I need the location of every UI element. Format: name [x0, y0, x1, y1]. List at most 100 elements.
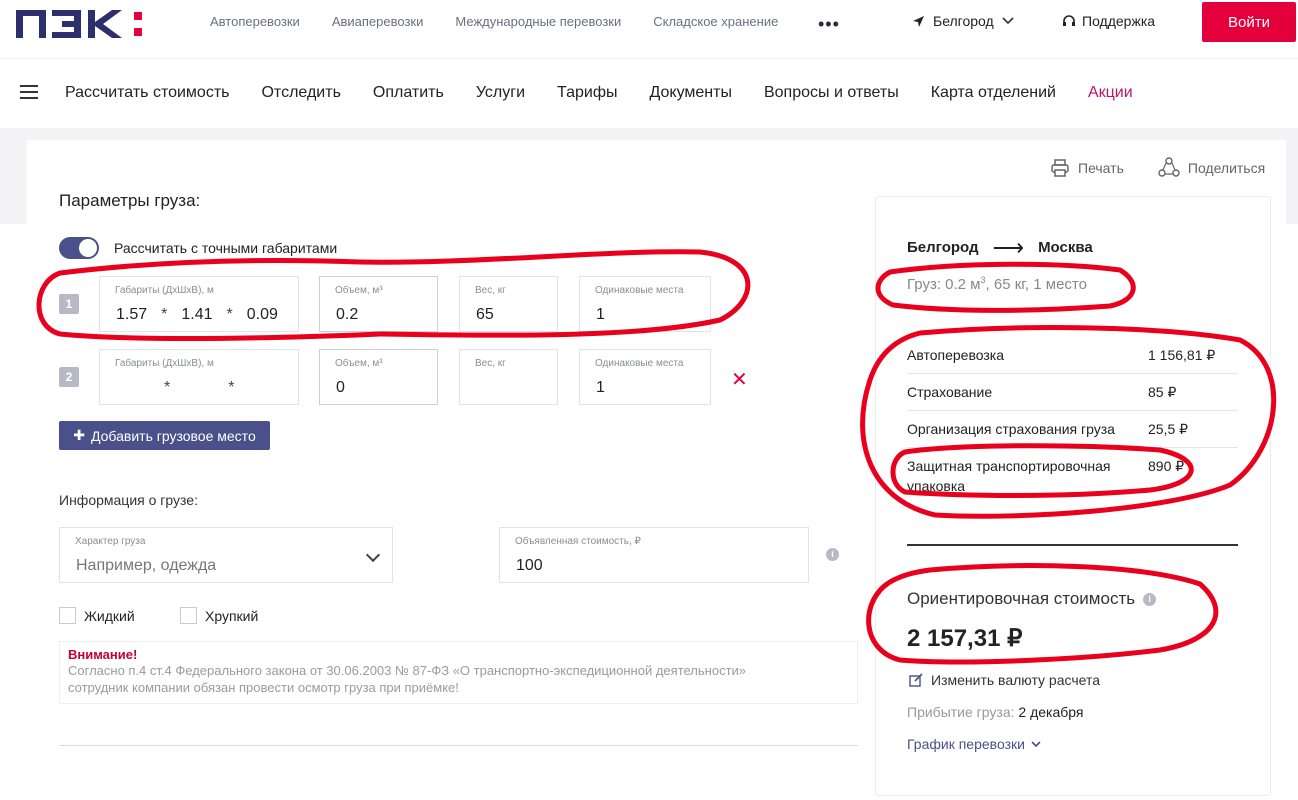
- route-to: Москва: [1038, 239, 1093, 256]
- share-label: Поделиться: [1187, 160, 1266, 176]
- places-label: Одинаковые места: [595, 285, 684, 296]
- cargo-nature-select[interactable]: Характер груза Например, одежда: [59, 527, 393, 583]
- times-icon: *: [164, 379, 171, 396]
- dims-label: Габариты (ДхШхВ), м: [115, 358, 214, 369]
- length-value[interactable]: 1.57: [116, 306, 147, 324]
- nav-item[interactable]: Оплатить: [373, 84, 444, 102]
- schedule-label: График перевозки: [907, 736, 1025, 752]
- route-from: Белгород: [907, 239, 979, 256]
- estimate-value: 2 157,31 ₽: [907, 625, 1023, 652]
- cost-price: 25,5 ₽: [1148, 421, 1189, 437]
- cost-price: 85 ₽: [1148, 384, 1177, 400]
- hamburger-menu-icon[interactable]: [20, 85, 38, 99]
- nav-item[interactable]: Карта отделений: [931, 84, 1056, 102]
- nav-item[interactable]: Вопросы и ответы: [764, 84, 899, 102]
- top-link[interactable]: Автоперевозки: [210, 14, 300, 29]
- fragile-checkbox[interactable]: Хрупкий: [180, 607, 258, 624]
- cargo-summary-suffix: , 65 кг, 1 место: [985, 276, 1087, 293]
- top-link[interactable]: Авиаперевозки: [332, 14, 424, 29]
- share-icon: [1158, 157, 1180, 177]
- nav-item[interactable]: Тарифы: [557, 84, 617, 102]
- declared-value: 100: [516, 557, 543, 574]
- nav-item[interactable]: Услуги: [476, 84, 525, 102]
- weight-field[interactable]: Вес, кг 65: [459, 276, 558, 332]
- top-link[interactable]: Международные перевозки: [455, 14, 621, 29]
- nav-item-promo[interactable]: Акции: [1088, 84, 1133, 102]
- chevron-down-icon: [1031, 740, 1041, 747]
- login-button[interactable]: Войти: [1202, 2, 1296, 42]
- places-field[interactable]: Одинаковые места 1: [579, 349, 711, 405]
- places-field[interactable]: Одинаковые места 1: [579, 276, 711, 332]
- top-bar: Автоперевозки Авиаперевозки Международны…: [0, 0, 1298, 58]
- weight-label: Вес, кг: [475, 285, 506, 296]
- edit-icon: [909, 673, 923, 687]
- dims-field[interactable]: Габариты (ДхШхВ), м * *: [99, 349, 299, 405]
- liquid-checkbox[interactable]: Жидкий: [59, 607, 135, 624]
- declared-value-label: Объявленная стоимость, ₽: [515, 536, 641, 547]
- add-cargo-place-button[interactable]: ✚ Добавить грузовое место: [59, 421, 270, 450]
- declared-value-field[interactable]: Объявленная стоимость, ₽ 100: [499, 527, 809, 583]
- arrival-label: Прибытие груза:: [907, 704, 1015, 720]
- warning-line: Согласно п.4 ст.4 Федерального закона от…: [68, 663, 747, 678]
- dims-values: * *: [164, 379, 234, 397]
- info-icon[interactable]: i: [826, 548, 839, 561]
- change-currency-label: Изменить валюту расчета: [931, 672, 1100, 688]
- cost-name: Страхование: [907, 384, 993, 400]
- exact-dims-label: Рассчитать с точными габаритами: [114, 240, 338, 256]
- places-value: 1: [596, 306, 605, 323]
- pek-logo[interactable]: [16, 6, 156, 42]
- arrow-right-icon: ⟶: [992, 234, 1025, 260]
- share-button[interactable]: Поделиться: [1158, 157, 1265, 179]
- checkbox-box[interactable]: [59, 607, 76, 624]
- cost-row: Организация страхования груза 25,5 ₽: [907, 411, 1238, 448]
- nav-item[interactable]: Отследить: [261, 84, 340, 102]
- height-value[interactable]: 0.09: [247, 306, 278, 324]
- chevron-down-icon: [365, 547, 381, 563]
- page-actions: Печать Поделиться: [1050, 157, 1265, 179]
- cost-row: Автоперевозка 1 156,81 ₽: [907, 337, 1238, 374]
- warning-line: сотрудник компании обязан провести осмот…: [68, 680, 459, 695]
- top-link[interactable]: Складское хранение: [653, 14, 778, 29]
- printer-icon: [1051, 159, 1069, 177]
- support-link[interactable]: Поддержка: [1062, 13, 1155, 29]
- more-icon[interactable]: •••: [818, 14, 840, 35]
- nav-item[interactable]: Документы: [649, 84, 731, 102]
- times-icon: *: [228, 379, 235, 396]
- volume-label: Объем, м³: [335, 358, 383, 369]
- volume-field[interactable]: Объем, м³ 0: [319, 349, 438, 405]
- print-button[interactable]: Печать: [1050, 157, 1124, 179]
- schedule-link[interactable]: График перевозки: [907, 736, 1041, 752]
- dims-field[interactable]: Габариты (ДхШхВ), м 1.57 * 1.41 * 0.09: [99, 276, 299, 332]
- warning-title: Внимание!: [68, 647, 138, 662]
- estimate-label: Ориентировочная стоимость i: [907, 589, 1157, 609]
- change-currency-link[interactable]: Изменить валюту расчета: [909, 672, 1100, 688]
- nav-links: Рассчитать стоимость Отследить Оплатить …: [65, 84, 1165, 102]
- cost-row: Защитная транспортировочная упаковка 890…: [907, 448, 1238, 504]
- remove-row-icon[interactable]: ✕: [731, 367, 748, 392]
- times-icon: *: [161, 306, 168, 323]
- cargo-summary-prefix: Груз: 0.2 м: [907, 276, 981, 293]
- weight-value: 65: [476, 306, 494, 323]
- location-arrow-icon: [913, 15, 924, 27]
- cargo-summary: Груз: 0.2 м3, 65 кг, 1 место: [907, 275, 1087, 293]
- row-number: 2: [59, 367, 79, 387]
- warning-notice: Внимание! Согласно п.4 ст.4 Федерального…: [59, 641, 858, 704]
- weight-field[interactable]: Вес, кг: [459, 349, 558, 405]
- fragile-label: Хрупкий: [205, 607, 259, 624]
- plus-icon: ✚: [73, 427, 85, 443]
- volume-value: 0.2: [336, 306, 359, 323]
- checkbox-box[interactable]: [180, 607, 197, 624]
- cargo-nature-label: Характер груза: [75, 536, 146, 547]
- info-icon[interactable]: i: [1143, 592, 1157, 606]
- main-nav: Рассчитать стоимость Отследить Оплатить …: [0, 58, 1298, 128]
- nav-item[interactable]: Рассчитать стоимость: [65, 84, 229, 102]
- city-selector[interactable]: Белгород: [912, 13, 1014, 29]
- cost-name: Защитная транспортировочная упаковка: [907, 458, 1111, 494]
- cargo-info-title: Информация о грузе:: [59, 492, 198, 508]
- exact-dims-toggle[interactable]: [59, 237, 99, 259]
- headset-icon: [1063, 15, 1075, 26]
- volume-field[interactable]: Объем, м³ 0.2: [319, 276, 438, 332]
- arrival-date: 2 декабря: [1018, 704, 1084, 720]
- weight-label: Вес, кг: [475, 358, 506, 369]
- width-value[interactable]: 1.41: [181, 306, 212, 324]
